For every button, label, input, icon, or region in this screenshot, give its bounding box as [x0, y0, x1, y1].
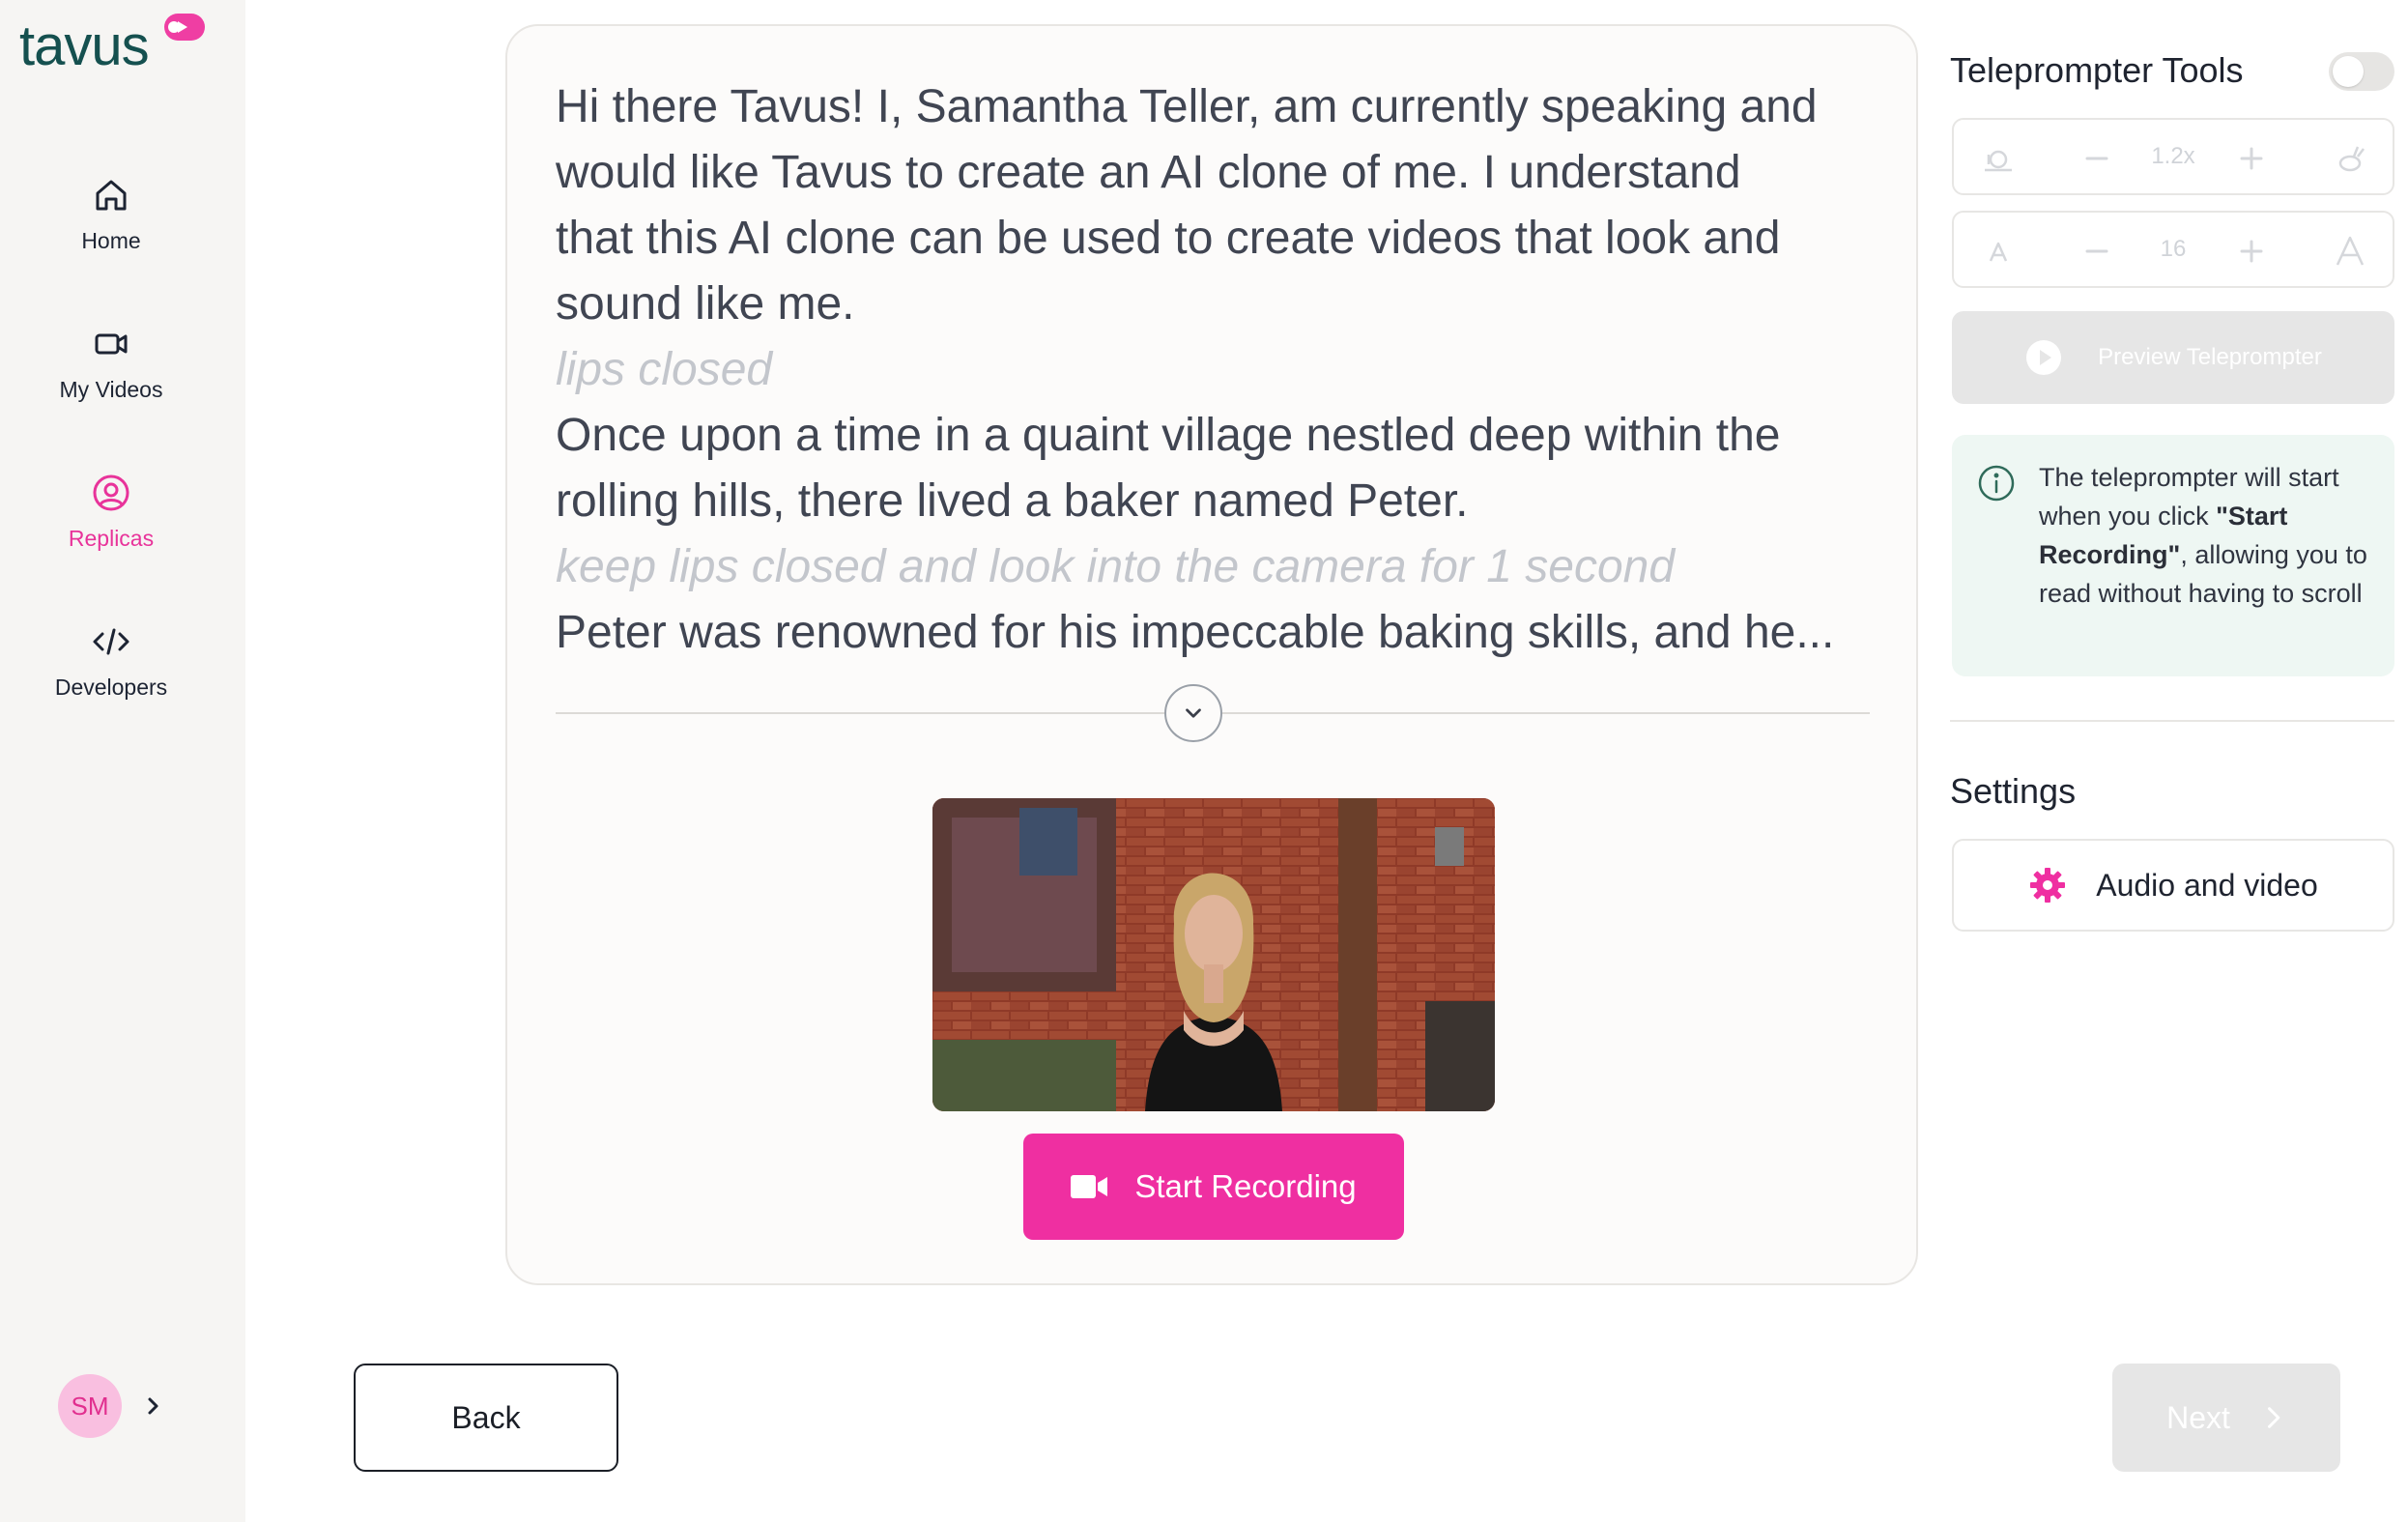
user-menu[interactable]: SM: [58, 1374, 164, 1438]
script-line: rolling hills, there lived a baker named…: [556, 475, 1469, 527]
sidebar-item-home[interactable]: Home: [0, 172, 222, 254]
chevron-down-icon: [1186, 708, 1201, 718]
app-root: tavus Home My Videos Replicas Developers…: [0, 0, 2408, 1522]
plus-icon[interactable]: [2234, 141, 2269, 176]
sidebar: tavus Home My Videos Replicas Developers…: [0, 0, 245, 1522]
sidebar-item-developers[interactable]: Developers: [0, 618, 222, 701]
panel-divider: [1950, 720, 2394, 722]
script-line: would like Tavus to create an AI clone o…: [556, 147, 1741, 198]
video-camera-icon: [1071, 1175, 1108, 1198]
info-icon: [1978, 465, 2015, 502]
camera-preview: [932, 798, 1495, 1111]
teleprompter-info-text: The teleprompter will start when you cli…: [2039, 458, 2377, 613]
sidebar-item-label: Home: [81, 228, 141, 253]
expand-script-button[interactable]: [1164, 684, 1222, 742]
preview-teleprompter-label: Preview Teleprompter: [2098, 344, 2322, 370]
rabbit-icon[interactable]: [2333, 141, 2367, 176]
chevron-right-icon[interactable]: [141, 1394, 164, 1418]
sidebar-item-replicas[interactable]: Replicas: [0, 470, 222, 552]
recording-card: Hi there Tavus! I, Samantha Teller, am c…: [505, 24, 1918, 1285]
logo-text: tavus: [19, 14, 150, 77]
script-line: sound like me.: [556, 278, 855, 330]
script-cue: lips closed: [556, 344, 773, 395]
font-large-icon[interactable]: [2333, 234, 2367, 269]
font-size-control: 16: [1952, 211, 2394, 288]
sidebar-item-label: Replicas: [68, 526, 155, 551]
script-line: Once upon a time in a quaint village nes…: [556, 410, 1781, 461]
sidebar-item-my-videos[interactable]: My Videos: [0, 321, 222, 403]
script-line: Hi there Tavus! I, Samantha Teller, am c…: [556, 81, 1818, 132]
gear-icon: [2030, 868, 2066, 903]
play-icon: [2026, 340, 2062, 375]
speed-value: 1.2x: [2151, 143, 2195, 169]
plus-icon[interactable]: [2234, 234, 2269, 269]
speed-control: 1.2x: [1952, 118, 2394, 195]
teleprompter-toggle[interactable]: [2329, 52, 2394, 91]
chevron-right-icon: [2267, 1407, 2280, 1428]
back-button[interactable]: Back: [354, 1364, 618, 1472]
logo-badge-icon: [164, 14, 205, 41]
teleprompter-info: The teleprompter will start when you cli…: [1952, 435, 2394, 676]
script-cue: keep lips closed and look into the camer…: [556, 541, 1676, 592]
toggle-knob: [2333, 56, 2364, 87]
info-text-part: The teleprompter will start when you cli…: [2039, 463, 2339, 531]
font-size-value: 16: [2160, 236, 2187, 262]
sidebar-item-label: My Videos: [59, 377, 163, 402]
next-button[interactable]: Next: [2112, 1364, 2340, 1472]
code-icon: [93, 628, 129, 655]
video-camera-icon: [95, 333, 128, 355]
sidebar-item-label: Developers: [54, 675, 168, 700]
tavus-logo[interactable]: tavus: [19, 10, 213, 77]
user-circle-icon: [93, 474, 129, 511]
start-recording-label: Start Recording: [1134, 1168, 1357, 1204]
next-label: Next: [2166, 1399, 2230, 1435]
preview-teleprompter-button[interactable]: Preview Teleprompter: [1952, 311, 2394, 404]
script-text: Hi there Tavus! I, Samantha Teller, am c…: [556, 74, 1870, 666]
avatar[interactable]: SM: [58, 1374, 122, 1438]
home-icon: [96, 180, 127, 211]
camera-preview-image: [932, 798, 1495, 1111]
audio-video-settings-button[interactable]: Audio and video: [1952, 839, 2394, 932]
settings-title: Settings: [1950, 771, 2077, 811]
teleprompter-tools-title: Teleprompter Tools: [1950, 50, 2244, 90]
start-recording-button[interactable]: Start Recording: [1023, 1134, 1404, 1240]
audio-video-label: Audio and video: [2096, 867, 2318, 903]
script-line: that this AI clone can be used to create…: [556, 213, 1781, 264]
script-line: Peter was renowned for his impeccable ba…: [556, 607, 1835, 658]
